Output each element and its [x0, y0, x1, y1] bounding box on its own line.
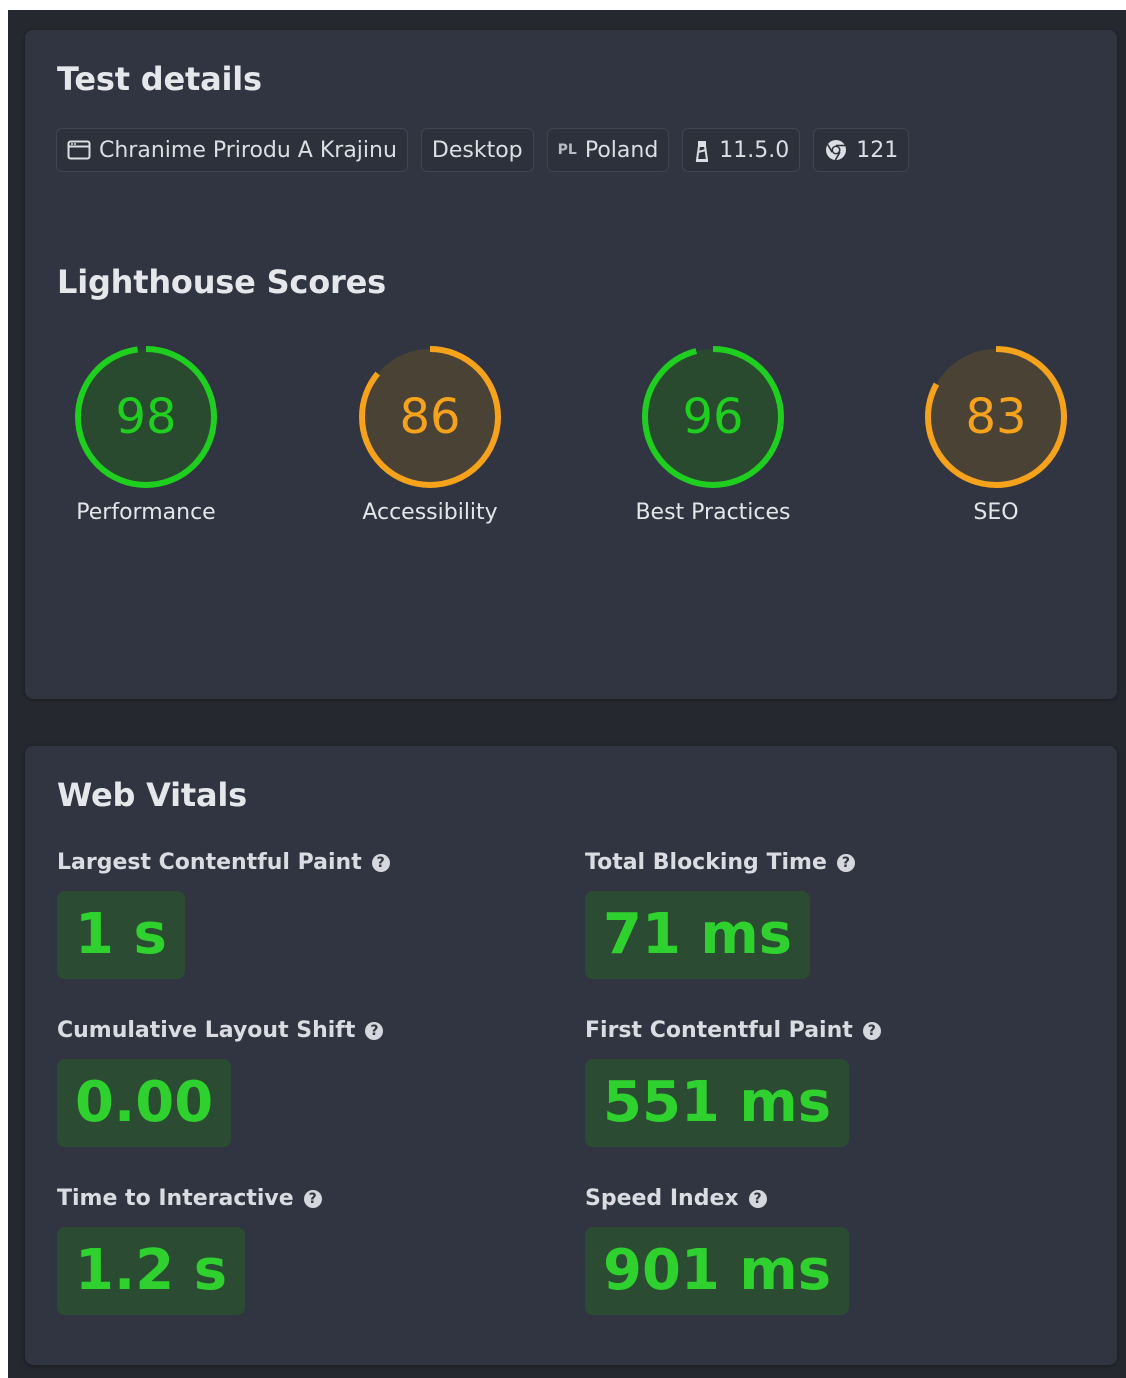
- country-chip[interactable]: PL Poland: [546, 128, 670, 172]
- lighthouse-scores: 98 Performance 86 Accessibility 96 Best …: [25, 344, 1117, 544]
- lighthouse-icon: [693, 138, 711, 162]
- device-label: Desktop: [431, 137, 523, 163]
- page-background: Test details Chranime Prirodu A Krajinu …: [8, 10, 1126, 1378]
- web-vitals-card: Web Vitals Largest Contentful Paint? 1 s…: [25, 746, 1117, 1365]
- chrome-icon: [824, 138, 848, 162]
- vital-label: First Contentful Paint: [585, 1018, 853, 1043]
- score-label: SEO: [973, 500, 1019, 525]
- score-seo[interactable]: 83 SEO: [906, 344, 1086, 525]
- score-performance[interactable]: 98 Performance: [56, 344, 236, 525]
- vital-value: 1 s: [57, 891, 185, 979]
- vital-value: 71 ms: [585, 891, 811, 979]
- vital-value: 901 ms: [585, 1227, 850, 1315]
- help-circle-icon[interactable]: ?: [836, 853, 855, 872]
- vital-cls: Cumulative Layout Shift? 0.00: [57, 1018, 384, 1147]
- vital-value: 0.00: [57, 1059, 232, 1147]
- score-accessibility[interactable]: 86 Accessibility: [340, 344, 520, 525]
- help-circle-icon[interactable]: ?: [365, 1021, 384, 1040]
- vital-label: Speed Index: [585, 1186, 739, 1211]
- lighthouse-title: Lighthouse Scores: [57, 263, 386, 301]
- score-value: 98: [115, 389, 177, 445]
- lighthouse-version-chip[interactable]: 11.5.0: [682, 128, 801, 172]
- test-details-card: Test details Chranime Prirodu A Krajinu …: [25, 30, 1117, 699]
- help-circle-icon[interactable]: ?: [371, 853, 390, 872]
- lighthouse-version: 11.5.0: [719, 137, 790, 163]
- device-chip[interactable]: Desktop: [420, 128, 534, 172]
- vital-label: Time to Interactive: [57, 1186, 294, 1211]
- site-name: Chranime Prirodu A Krajinu: [99, 137, 397, 163]
- score-label: Accessibility: [362, 500, 498, 525]
- chrome-version-chip[interactable]: 121: [813, 128, 910, 172]
- test-details-chips: Chranime Prirodu A Krajinu Desktop PL Po…: [56, 128, 910, 172]
- web-vitals-title: Web Vitals: [57, 776, 247, 814]
- help-circle-icon[interactable]: ?: [748, 1189, 767, 1208]
- score-value: 83: [965, 389, 1027, 445]
- vital-value: 1.2 s: [57, 1227, 246, 1315]
- vital-label: Total Blocking Time: [585, 850, 827, 875]
- score-value: 96: [682, 389, 744, 445]
- browser-window-icon: [67, 139, 91, 161]
- vital-fcp: First Contentful Paint? 551 ms: [585, 1018, 881, 1147]
- score-label: Performance: [76, 500, 216, 525]
- score-gauge: 83: [923, 344, 1069, 490]
- score-label: Best Practices: [635, 500, 791, 525]
- country-name: Poland: [584, 137, 659, 163]
- vital-value: 551 ms: [585, 1059, 850, 1147]
- score-gauge: 98: [73, 344, 219, 490]
- score-gauge: 96: [640, 344, 786, 490]
- score-gauge: 86: [357, 344, 503, 490]
- country-code: PL: [557, 142, 577, 158]
- vital-lcp: Largest Contentful Paint? 1 s: [57, 850, 390, 979]
- vital-tti: Time to Interactive? 1.2 s: [57, 1186, 322, 1315]
- help-circle-icon[interactable]: ?: [862, 1021, 881, 1040]
- score-best-practices[interactable]: 96 Best Practices: [623, 344, 803, 525]
- vital-label: Cumulative Layout Shift: [57, 1018, 356, 1043]
- vital-label: Largest Contentful Paint: [57, 850, 362, 875]
- score-value: 86: [399, 389, 461, 445]
- site-chip[interactable]: Chranime Prirodu A Krajinu: [56, 128, 408, 172]
- help-circle-icon[interactable]: ?: [303, 1189, 322, 1208]
- chrome-version: 121: [856, 137, 899, 163]
- test-details-title: Test details: [57, 60, 262, 98]
- vital-speed-index: Speed Index? 901 ms: [585, 1186, 850, 1315]
- vital-tbt: Total Blocking Time? 71 ms: [585, 850, 855, 979]
